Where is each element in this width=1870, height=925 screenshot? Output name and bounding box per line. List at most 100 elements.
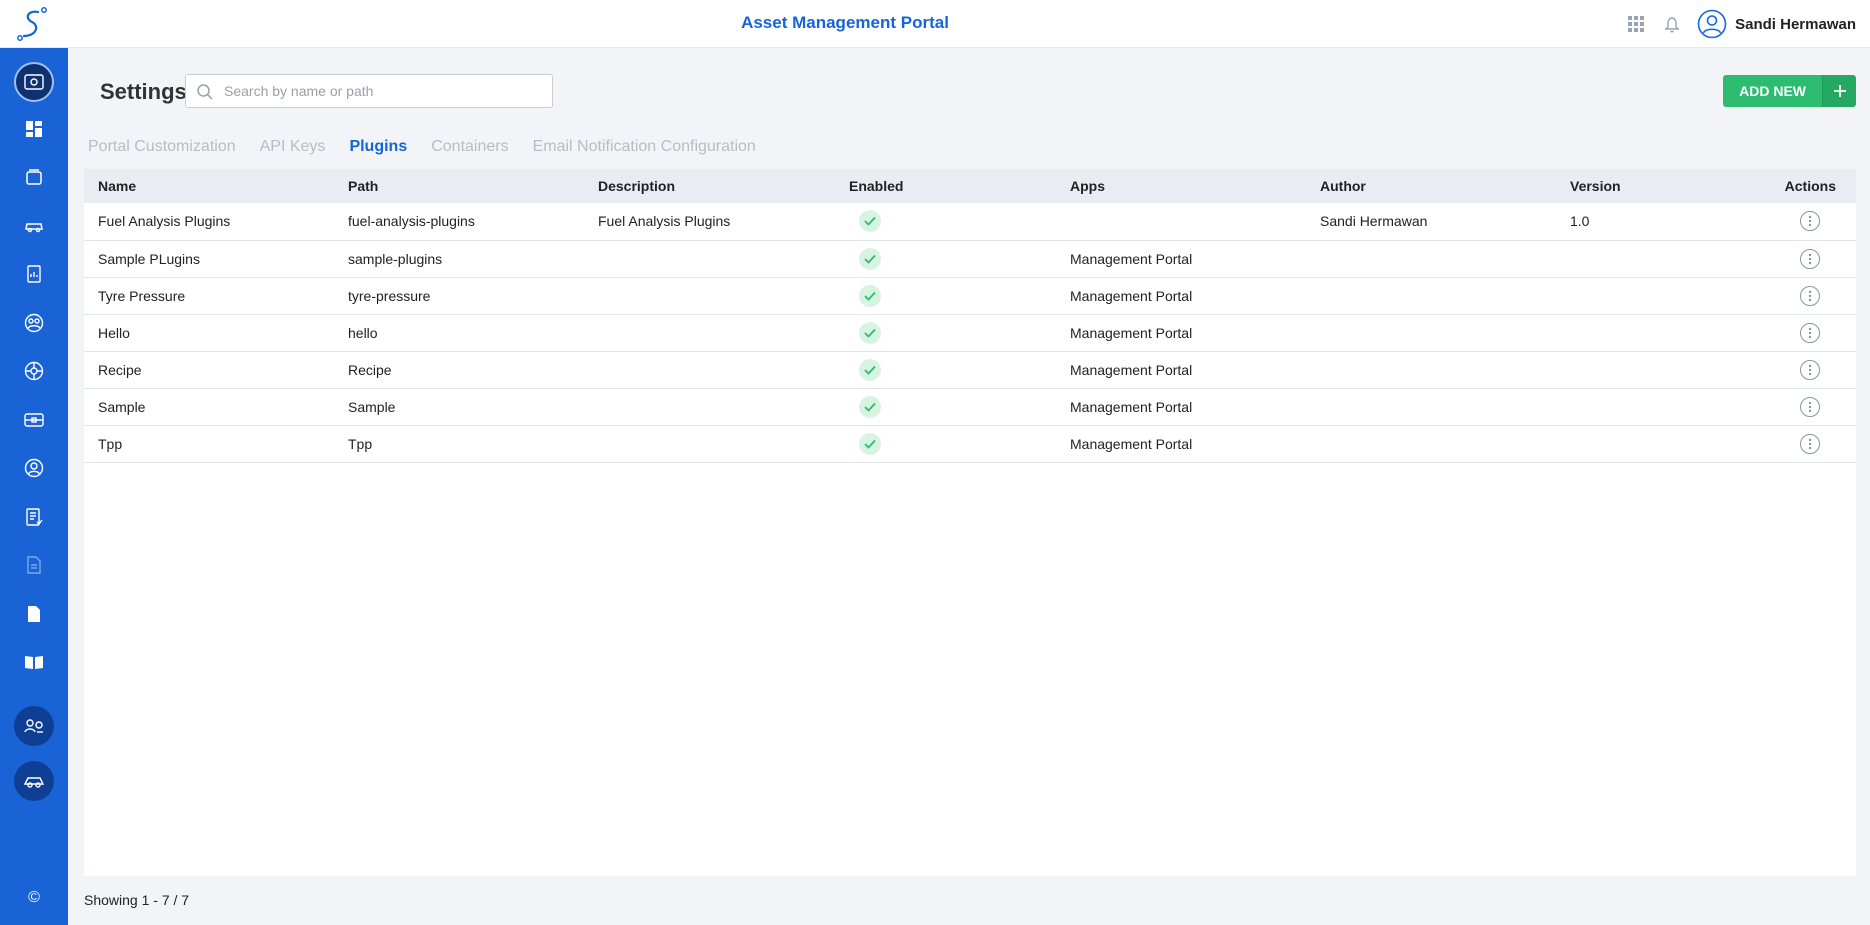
documents-icon[interactable]: [14, 545, 54, 585]
table-row[interactable]: Tyre Pressure tyre-pressure Management Por…: [84, 277, 1856, 314]
column-header-name[interactable]: Name: [84, 169, 334, 203]
table-row[interactable]: Recipe Recipe Management Portal: [84, 351, 1856, 388]
top-bar: Asset Management Portal Sandi Hermawan: [0, 0, 1870, 48]
sidebar: ©: [0, 48, 68, 925]
services-icon[interactable]: [14, 351, 54, 391]
column-header-actions: Actions: [1784, 178, 1836, 194]
cell-description: [584, 425, 835, 462]
column-header-enabled[interactable]: Enabled: [835, 169, 1056, 203]
tab-containers[interactable]: Containers: [431, 136, 508, 158]
settings-icon[interactable]: [14, 62, 54, 102]
cell-enabled: [835, 240, 1056, 277]
cell-apps: Management Portal: [1070, 287, 1193, 304]
user-name: Sandi Hermawan: [1735, 15, 1856, 33]
cell-enabled: [835, 425, 1056, 462]
table-body: Fuel Analysis Plugins fuel-analysis-plugi…: [84, 203, 1856, 462]
cell-path: tyre-pressure: [348, 287, 431, 304]
user-avatar-icon: [1697, 9, 1727, 39]
cell-author: [1306, 314, 1556, 351]
settings-tabs: Portal Customization API Keys Plugins Co…: [88, 136, 780, 158]
cell-path: sample-plugins: [348, 250, 443, 267]
add-new-button[interactable]: ADD NEW: [1723, 75, 1856, 107]
more-actions-icon[interactable]: [1800, 359, 1820, 380]
table-row[interactable]: Fuel Analysis Plugins fuel-analysis-plugi…: [84, 203, 1856, 240]
tab-portal-customization[interactable]: Portal Customization: [88, 136, 236, 158]
cell-apps: [1056, 203, 1306, 240]
cell-author: [1306, 388, 1556, 425]
cell-description: [584, 388, 835, 425]
cell-author: [1306, 425, 1556, 462]
dashboard-icon[interactable]: [14, 109, 54, 149]
more-actions-icon[interactable]: [1800, 396, 1820, 417]
vehicle-icon[interactable]: [14, 206, 54, 246]
more-actions-icon[interactable]: [1800, 285, 1820, 306]
cell-enabled: [835, 314, 1056, 351]
copyright-icon[interactable]: ©: [14, 878, 54, 918]
pagination-status: Showing 1 - 7 / 7: [84, 892, 190, 908]
user-menu[interactable]: Sandi Hermawan: [1697, 9, 1856, 39]
tasks-icon[interactable]: [14, 497, 54, 537]
tab-api-keys[interactable]: API Keys: [260, 136, 326, 158]
assets-icon[interactable]: [14, 157, 54, 197]
cell-path: hello: [348, 324, 378, 341]
column-header-path[interactable]: Path: [334, 169, 584, 203]
cell-enabled: [835, 351, 1056, 388]
file-icon[interactable]: [14, 594, 54, 634]
cell-name: Fuel Analysis Plugins: [98, 213, 231, 230]
reports-icon[interactable]: [14, 254, 54, 294]
book-icon[interactable]: [14, 642, 54, 682]
cell-enabled: [835, 203, 1056, 240]
table-header-row: Name Path Description Enabled Apps Autho…: [84, 169, 1856, 203]
cell-description: [584, 351, 835, 388]
tab-email-notification-configuration[interactable]: Email Notification Configuration: [533, 136, 756, 158]
device-icon[interactable]: [14, 400, 54, 440]
integrations-icon[interactable]: [14, 706, 54, 746]
check-icon: [859, 210, 881, 233]
cell-actions: [1726, 240, 1856, 277]
cell-enabled: [835, 277, 1056, 314]
cell-actions: [1726, 203, 1856, 240]
groups-icon[interactable]: [14, 303, 54, 343]
cell-actions: [1726, 277, 1856, 314]
fleet-icon[interactable]: [14, 761, 54, 801]
plugins-table: Name Path Description Enabled Apps Autho…: [84, 169, 1856, 463]
cell-version: [1556, 388, 1726, 425]
cell-author: Sandi Hermawan: [1320, 213, 1428, 230]
more-actions-icon[interactable]: [1800, 322, 1820, 343]
table-row[interactable]: Tpp Tpp Management Portal: [84, 425, 1856, 462]
cell-name: Sample: [98, 398, 146, 415]
cell-apps: Management Portal: [1070, 435, 1193, 452]
plugins-table-panel: Name Path Description Enabled Apps Autho…: [84, 169, 1856, 876]
table-row[interactable]: Hello hello Management Portal: [84, 314, 1856, 351]
app-title: Asset Management Portal: [741, 13, 949, 32]
column-header-apps[interactable]: Apps: [1056, 169, 1306, 203]
cell-path: Sample: [348, 398, 396, 415]
more-actions-icon[interactable]: [1800, 433, 1820, 454]
table-row[interactable]: Sample Sample Management Portal: [84, 388, 1856, 425]
cell-apps: Management Portal: [1070, 361, 1193, 378]
page-title: Settings: [100, 79, 187, 104]
cell-path: Recipe: [348, 361, 392, 378]
plus-icon: [1822, 75, 1856, 107]
apps-grid-icon[interactable]: [1625, 13, 1647, 35]
more-actions-icon[interactable]: [1800, 248, 1820, 269]
search-icon: [197, 84, 213, 100]
notification-bell-icon[interactable]: [1661, 13, 1683, 35]
search-input[interactable]: [224, 75, 544, 107]
user-profile-icon[interactable]: [14, 448, 54, 488]
column-header-description[interactable]: Description: [584, 169, 835, 203]
cell-author: [1306, 277, 1556, 314]
cell-actions: [1726, 425, 1856, 462]
cell-enabled: [835, 388, 1056, 425]
check-icon: [859, 358, 881, 381]
check-icon: [859, 395, 881, 418]
column-header-version[interactable]: Version: [1556, 169, 1726, 203]
tab-plugins[interactable]: Plugins: [349, 136, 407, 158]
column-header-author[interactable]: Author: [1306, 169, 1556, 203]
cell-apps: Management Portal: [1070, 250, 1193, 267]
check-icon: [859, 432, 881, 455]
cell-description: Fuel Analysis Plugins: [598, 213, 731, 230]
cell-name: Hello: [98, 324, 130, 341]
table-row[interactable]: Sample PLugins sample-plugins Management P…: [84, 240, 1856, 277]
more-actions-icon[interactable]: [1800, 211, 1820, 232]
